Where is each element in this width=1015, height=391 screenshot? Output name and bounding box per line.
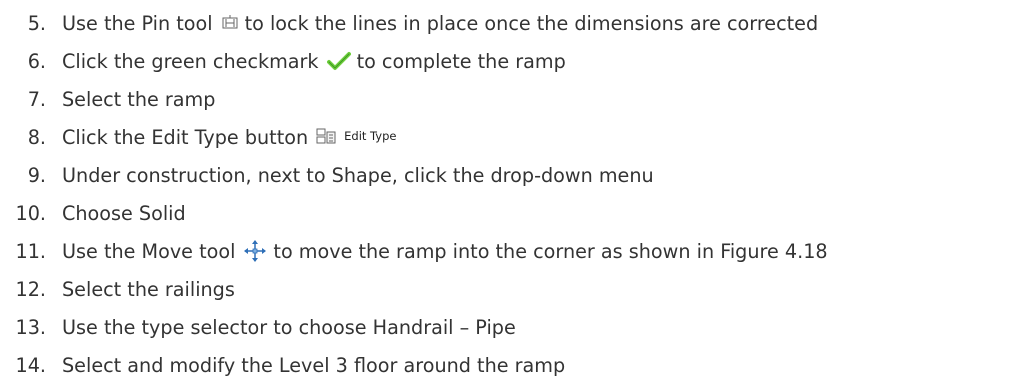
step-text: Select the ramp [62,87,216,111]
step-number: 14. [15,353,46,377]
step-number: 5. [27,11,46,35]
step-number: 8. [27,125,46,149]
list-item: 8. Click the Edit Type button Edit Type [0,118,1015,156]
list-item: 5. Use the Pin tool to lock the lines in… [0,4,1015,42]
list-item: 7. Select the ramp [0,80,1015,118]
list-item: 10. Choose Solid [0,194,1015,232]
list-item: 13. Use the type selector to choose Hand… [0,308,1015,346]
list-item: 9. Under construction, next to Shape, cl… [0,156,1015,194]
edit-type-button[interactable]: Edit Type [316,128,396,146]
step-text: Click the green checkmark to complete th… [62,49,566,73]
edit-type-label: Edit Type [344,129,397,144]
step-number: 11. [15,239,46,263]
step-text: Under construction, next to Shape, click… [62,163,654,187]
step-text: Choose Solid [62,201,186,225]
instruction-list: 5. Use the Pin tool to lock the lines in… [0,4,1015,384]
step-number: 7. [27,87,46,111]
step-text: Select and modify the Level 3 floor arou… [62,353,566,377]
step-number: 9. [27,163,46,187]
step-number: 10. [15,201,46,225]
list-item: 12. Select the railings [0,270,1015,308]
step-text: Use the Move tool to move the ramp into … [62,239,828,263]
step-text: Click the Edit Type button Edit Type [62,125,397,149]
pin-icon [221,14,239,32]
edit-type-icon [316,128,338,146]
step-text: Use the type selector to choose Handrail… [62,315,516,339]
step-number: 6. [27,49,46,73]
list-item: 11. Use the Move tool to move the ramp i… [0,232,1015,270]
list-item: 6. Click the green checkmark to complete… [0,42,1015,80]
list-item: 14. Select and modify the Level 3 floor … [0,346,1015,384]
step-text: Use the Pin tool to lock the lines in pl… [62,11,819,35]
checkmark-icon [326,51,351,71]
move-icon [243,239,267,263]
step-number: 12. [15,277,46,301]
step-number: 13. [15,315,46,339]
step-text: Select the railings [62,277,235,301]
